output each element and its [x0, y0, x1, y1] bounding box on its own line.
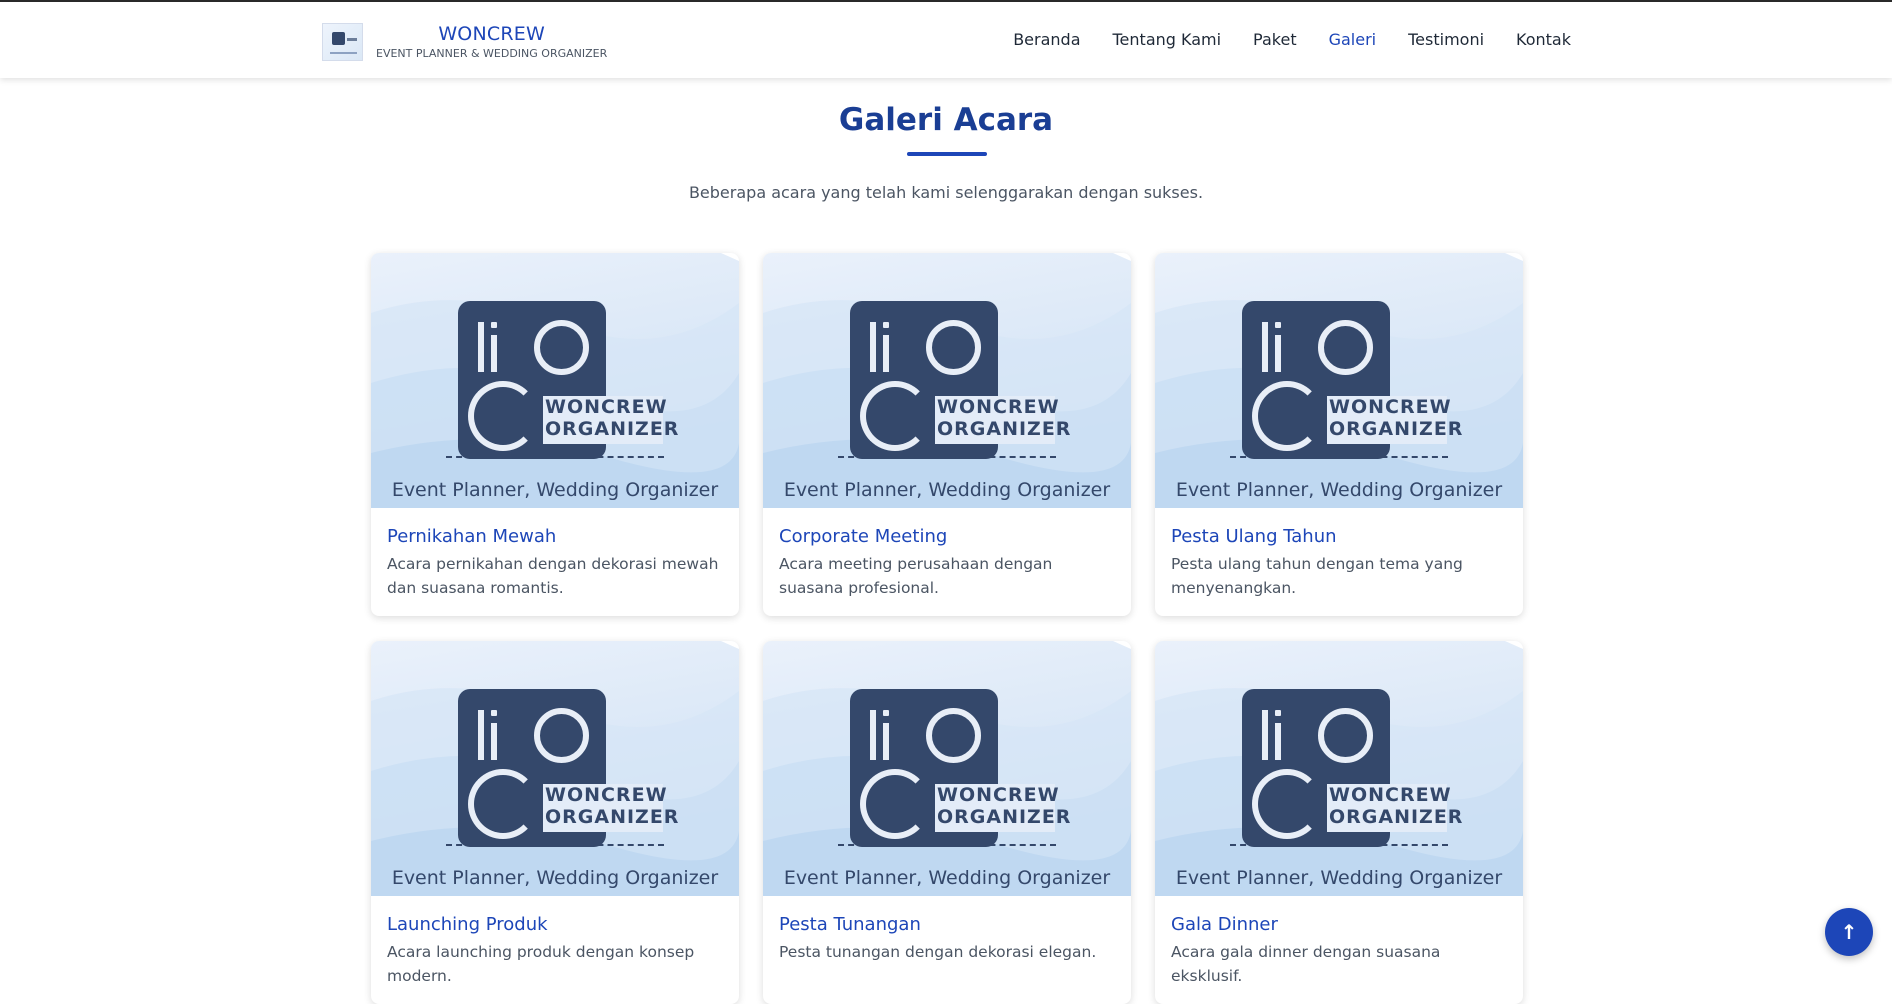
logo-tagline: Event Planner, Wedding Organizer [783, 867, 1111, 889]
gallery-card-desc: Pesta ulang tahun dengan tema yang menye… [1171, 555, 1463, 597]
scroll-to-top-button[interactable]: ↑ [1825, 908, 1873, 956]
logo-tagline: Event Planner, Wedding Organizer [783, 479, 1111, 501]
gallery-card[interactable]: WONCREW ORGANIZER Event Planner, Wedding… [1155, 253, 1523, 616]
logo-text-line2: ORGANIZER [937, 806, 1072, 828]
logo-tagline: Event Planner, Wedding Organizer [1175, 867, 1503, 889]
logo-divider [446, 456, 664, 458]
logo-tagline: Event Planner, Wedding Organizer [391, 479, 719, 501]
nav-link-tentang-kami[interactable]: Tentang Kami [1113, 30, 1222, 49]
gallery-card-desc: Acara pernikahan dengan dekorasi mewah d… [387, 555, 719, 597]
gallery-card-title: Corporate Meeting [779, 526, 948, 547]
nav-link-testimoni[interactable]: Testimoni [1408, 30, 1484, 49]
logo-text-line2: ORGANIZER [545, 806, 680, 828]
brand-title: WONCREW [438, 23, 545, 45]
logo-text-line1: WONCREW [545, 396, 668, 418]
gallery-card-desc: Pesta tunangan dengan dekorasi elegan. [779, 943, 1097, 961]
page-subtitle: Beberapa acara yang telah kami selenggar… [688, 183, 1204, 202]
gallery-card-desc: Acara meeting perusahaan dengan suasana … [779, 555, 1053, 597]
nav-link-galeri[interactable]: Galeri [1329, 30, 1377, 49]
logo-text-line1: WONCREW [937, 784, 1060, 806]
logo-tagline: Event Planner, Wedding Organizer [391, 867, 719, 889]
logo-text-line2: ORGANIZER [545, 418, 680, 440]
logo-text-line1: WONCREW [1329, 784, 1452, 806]
brand-subtitle: EVENT PLANNER & WEDDING ORGANIZER [376, 47, 608, 60]
logo-text-line1: WONCREW [545, 784, 668, 806]
gallery-card[interactable]: WONCREW ORGANIZER Event Planner, Wedding… [763, 253, 1131, 616]
gallery-image: WONCREW ORGANIZER Event Planner, Wedding… [1155, 641, 1523, 896]
gallery-card-title: Pernikahan Mewah [387, 526, 557, 547]
logo-text-line2: ORGANIZER [1329, 418, 1464, 440]
gallery-image: WONCREW ORGANIZER Event Planner, Wedding… [763, 641, 1131, 896]
logo-divider [1230, 844, 1448, 846]
gallery-card-title: Pesta Ulang Tahun [1171, 526, 1337, 547]
gallery-card-desc: Acara launching produk dengan konsep mod… [387, 943, 695, 985]
gallery-card-title: Pesta Tunangan [779, 914, 921, 935]
brand[interactable]: WONCREW EVENT PLANNER & WEDDING ORGANIZE… [322, 22, 607, 61]
title-underline [907, 152, 987, 156]
logo-tagline: Event Planner, Wedding Organizer [1175, 479, 1503, 501]
nav-link-paket[interactable]: Paket [1253, 30, 1297, 49]
site-header: WONCREW EVENT PLANNER & WEDDING ORGANIZE… [0, 2, 1892, 78]
nav-link-beranda[interactable]: Beranda [1013, 30, 1080, 49]
logo-divider [838, 456, 1056, 458]
gallery-card-title: Gala Dinner [1171, 914, 1278, 935]
gallery-card-title: Launching Produk [387, 914, 548, 935]
logo-text-line1: WONCREW [937, 396, 1060, 418]
gallery-image: WONCREW ORGANIZER Event Planner, Wedding… [1155, 253, 1523, 508]
gallery-card-desc: Acara gala dinner dengan suasana eksklus… [1171, 943, 1441, 985]
gallery-image: WONCREW ORGANIZER Event Planner, Wedding… [763, 253, 1131, 508]
gallery-card[interactable]: WONCREW ORGANIZER Event Planner, Wedding… [371, 641, 739, 1004]
logo-divider [838, 844, 1056, 846]
page-title: Galeri Acara [838, 102, 1054, 138]
logo-divider [446, 844, 664, 846]
gallery-image: WONCREW ORGANIZER Event Planner, Wedding… [371, 253, 739, 508]
logo-divider [1230, 456, 1448, 458]
nav-link-kontak[interactable]: Kontak [1516, 30, 1571, 49]
logo-text-line1: WONCREW [1329, 396, 1452, 418]
gallery-card[interactable]: WONCREW ORGANIZER Event Planner, Wedding… [1155, 641, 1523, 1004]
brand-logo-icon [322, 22, 363, 61]
logo-text-line2: ORGANIZER [937, 418, 1072, 440]
gallery-card[interactable]: WONCREW ORGANIZER Event Planner, Wedding… [763, 641, 1131, 1004]
gallery-grid: WONCREW ORGANIZER Event Planner, Wedding… [371, 253, 1523, 1004]
main-nav: Beranda Tentang Kami Paket Galeri Testimoni K… [1013, 30, 1571, 49]
logo-text-line2: ORGANIZER [1329, 806, 1464, 828]
arrow-up-icon: ↑ [1840, 920, 1858, 944]
gallery-card[interactable]: WONCREW ORGANIZER Event Planner, Wedding… [371, 253, 739, 616]
gallery-image: WONCREW ORGANIZER Event Planner, Wedding… [371, 641, 739, 896]
